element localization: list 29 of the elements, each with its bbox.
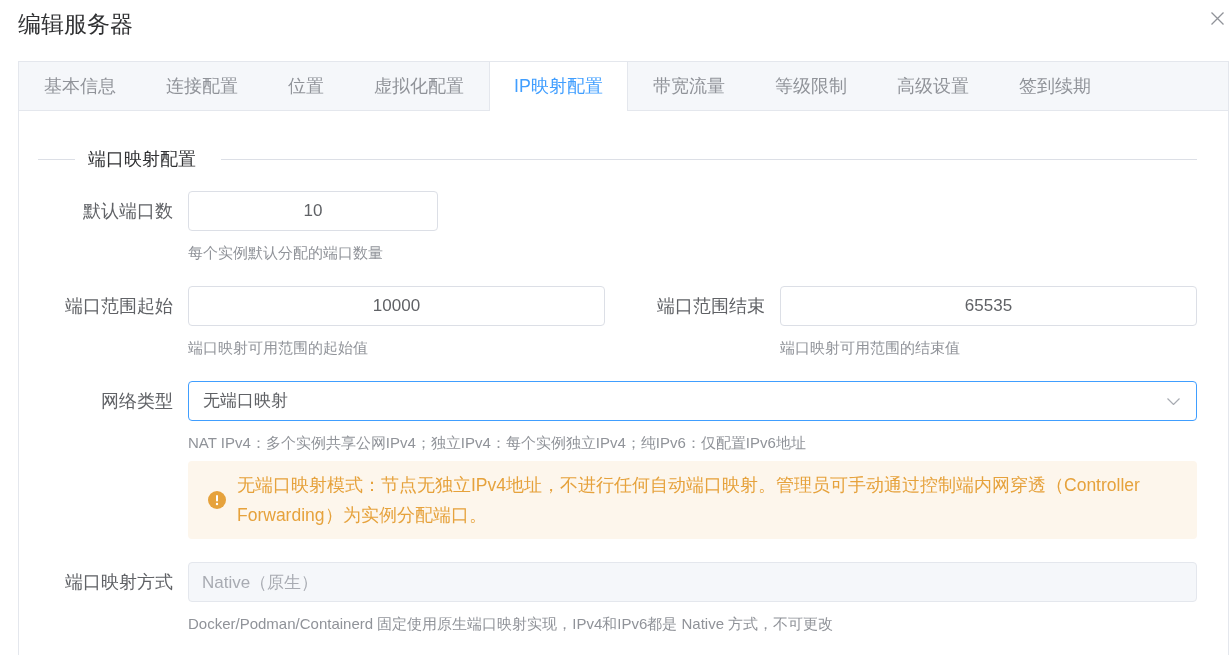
help-text: 每个实例默认分配的端口数量 (188, 243, 384, 263)
tab[interactable]: 位置 (263, 62, 349, 110)
dialog-title: 编辑服务器 (18, 11, 133, 39)
tab[interactable]: 签到续期 (993, 62, 1116, 110)
chevron-down-icon (1167, 397, 1180, 405)
number-field[interactable]: 65535 (780, 286, 1197, 326)
tab[interactable]: 高级设置 (871, 62, 994, 110)
close-icon[interactable] (1211, 12, 1224, 25)
warning-icon (208, 491, 226, 509)
section-title: 端口映射配置 (88, 148, 196, 170)
help-text: NAT IPv4：多个实例共享公网IPv4；独立IPv4：每个实例独立IPv4；纯IPv6：仅配置IPv6地址 (188, 433, 807, 453)
tab[interactable]: IP映射配置 (489, 62, 628, 111)
alert-text: 无端口映射模式：节点无独立IPv4地址，不进行任何自动端口映射。管理员可手动通过控制端内网穿透（Controller Forwarding）为实例分配端口。 (237, 474, 1141, 527)
tab[interactable]: 等级限制 (749, 62, 872, 110)
select-field[interactable]: 无端口映射 (188, 381, 1197, 421)
field-label: 端口范围结束 (656, 294, 765, 318)
field-label: 默认端口数 (82, 199, 173, 223)
tab[interactable]: 带宽流量 (627, 62, 750, 110)
tab[interactable]: 基本信息 (19, 62, 141, 110)
help-text: 端口映射可用范围的结束值 (780, 338, 961, 358)
help-text: 端口映射可用范围的起始值 (188, 338, 369, 358)
field-label: 网络类型 (100, 389, 173, 413)
tab[interactable]: 虚拟化配置 (349, 62, 489, 110)
number-field[interactable]: 10000 (188, 286, 605, 326)
help-text: Docker/Podman/Containerd 固定使用原生端口映射实现，IPv4和IPv6都是 Native 方式，不可更改 (188, 614, 835, 634)
field-label: 端口范围起始 (64, 294, 173, 318)
number-field[interactable]: 10 (188, 191, 438, 231)
field-label: 端口映射方式 (64, 570, 173, 594)
tab[interactable]: 连接配置 (141, 62, 263, 110)
